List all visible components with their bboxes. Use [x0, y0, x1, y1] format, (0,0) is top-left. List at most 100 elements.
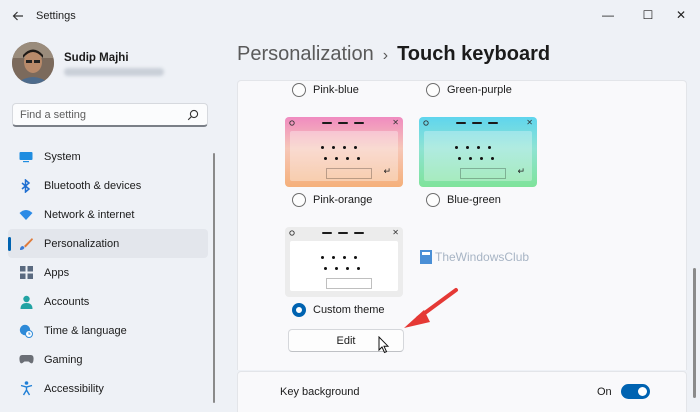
sidebar-item-label: Time & language [44, 324, 127, 337]
sidebar-item-network[interactable]: Network & internet [8, 200, 208, 229]
sidebar-item-system[interactable]: System [8, 142, 208, 171]
settings-icon [289, 120, 295, 126]
spacebar [460, 168, 506, 179]
keyboard-area: ↵ [290, 131, 398, 181]
sidebar-item-label: Network & internet [44, 208, 135, 221]
enter-icon: ↵ [383, 166, 391, 176]
theme-label: Blue-green [447, 194, 501, 206]
theme-option-custom[interactable]: Custom theme [292, 303, 385, 317]
search-input[interactable] [20, 107, 180, 123]
search-icon[interactable] [187, 109, 199, 121]
spacebar [326, 168, 372, 179]
toolbar-dash [354, 232, 364, 234]
theme-option-green-purple[interactable]: Green-purple [426, 83, 512, 97]
wifi-icon [18, 207, 34, 223]
monitor-icon [18, 149, 34, 165]
page-title: Touch keyboard [397, 43, 551, 65]
theme-preview-blue-green[interactable]: ✕ ↵ [419, 117, 537, 187]
enter-icon: ↵ [517, 166, 525, 176]
radio-button[interactable] [426, 193, 440, 207]
toggle-state-label: On [597, 386, 612, 398]
radio-button[interactable] [292, 193, 306, 207]
toolbar-dash [488, 122, 498, 124]
close-icon: ✕ [392, 228, 399, 237]
key-background-toggle[interactable] [621, 384, 650, 399]
title-bar: Settings — ☐ ✕ [0, 0, 700, 32]
sidebar-item-label: System [44, 150, 81, 163]
keyboard-area [290, 241, 398, 291]
avatar[interactable] [12, 42, 54, 84]
watermark: TheWindowsClub [420, 250, 529, 264]
toolbar-dash [338, 232, 348, 234]
toolbar-dash [322, 122, 332, 124]
arrow-left-icon [12, 11, 23, 21]
user-name: Sudip Majhi [64, 52, 129, 64]
theme-preview-pink-orange[interactable]: ✕ ↵ [285, 117, 403, 187]
apps-icon [18, 265, 34, 281]
spacebar [326, 278, 372, 289]
theme-label: Green-purple [447, 84, 512, 96]
bluetooth-icon [18, 178, 34, 194]
globe-clock-icon [18, 323, 34, 339]
chevron-right-icon: › [382, 47, 389, 64]
toolbar-dash [472, 122, 482, 124]
user-email-redacted [64, 68, 164, 76]
sidebar-item-time-language[interactable]: Time & language [8, 316, 208, 345]
theme-preview-custom[interactable]: ✕ [285, 227, 403, 297]
breadcrumb: Personalization › Touch keyboard [237, 43, 550, 66]
sidebar-scrollbar[interactable] [213, 153, 215, 403]
search-box[interactable] [12, 103, 208, 127]
watermark-text: TheWindowsClub [435, 250, 530, 264]
sidebar-item-label: Gaming [44, 353, 83, 366]
toggle-knob [638, 387, 647, 396]
toolbar-dash [456, 122, 466, 124]
setting-label: Key background [280, 386, 360, 398]
maximize-icon: ☐ [642, 8, 654, 22]
radio-button[interactable] [426, 83, 440, 97]
settings-icon [423, 120, 429, 126]
sidebar-item-label: Accessibility [44, 382, 104, 395]
app-title: Settings [36, 10, 76, 22]
theme-label: Pink-orange [313, 194, 373, 206]
toolbar-dash [338, 122, 348, 124]
maximize-button[interactable]: ☐ [631, 4, 665, 26]
theme-label: Custom theme [313, 304, 385, 316]
brush-icon [18, 236, 34, 252]
close-icon: ✕ [675, 8, 687, 22]
theme-option-pink-blue[interactable]: Pink-blue [292, 83, 359, 97]
toolbar-dash [354, 122, 364, 124]
close-icon: ✕ [392, 118, 399, 127]
sidebar-item-personalization[interactable]: Personalization [8, 229, 208, 258]
minimize-button[interactable]: — [591, 4, 625, 26]
sidebar-item-label: Apps [44, 266, 70, 279]
accessibility-icon [18, 381, 34, 397]
person-icon [18, 294, 34, 310]
sidebar-item-label: Personalization [44, 237, 120, 250]
sidebar-item-gaming[interactable]: Gaming [8, 345, 208, 374]
sidebar-nav: System Bluetooth & devices Network & int… [8, 142, 208, 403]
annotation-arrow-icon [404, 288, 458, 328]
sidebar-item-label: Accounts [44, 295, 90, 308]
theme-option-blue-green[interactable]: Blue-green [426, 193, 501, 207]
sidebar-item-accessibility[interactable]: Accessibility [8, 374, 208, 403]
close-window-button[interactable]: ✕ [664, 4, 698, 26]
close-icon: ✕ [526, 118, 533, 127]
gamepad-icon [18, 352, 34, 368]
radio-button-selected[interactable] [292, 303, 306, 317]
theme-option-pink-orange[interactable]: Pink-orange [292, 193, 372, 207]
main-scrollbar[interactable] [693, 268, 696, 398]
watermark-logo-icon [420, 250, 432, 264]
radio-button[interactable] [292, 83, 306, 97]
keyboard-area: ↵ [424, 131, 532, 181]
back-button[interactable] [8, 6, 28, 26]
sidebar-item-bluetooth[interactable]: Bluetooth & devices [8, 171, 208, 200]
breadcrumb-parent[interactable]: Personalization [237, 43, 374, 65]
mouse-cursor-icon [378, 336, 390, 354]
settings-icon [289, 230, 295, 236]
sidebar-item-label: Bluetooth & devices [44, 179, 142, 192]
sidebar-item-accounts[interactable]: Accounts [8, 287, 208, 316]
minimize-icon: — [602, 8, 614, 22]
theme-label: Pink-blue [313, 84, 359, 96]
toolbar-dash [322, 232, 332, 234]
sidebar-item-apps[interactable]: Apps [8, 258, 208, 287]
